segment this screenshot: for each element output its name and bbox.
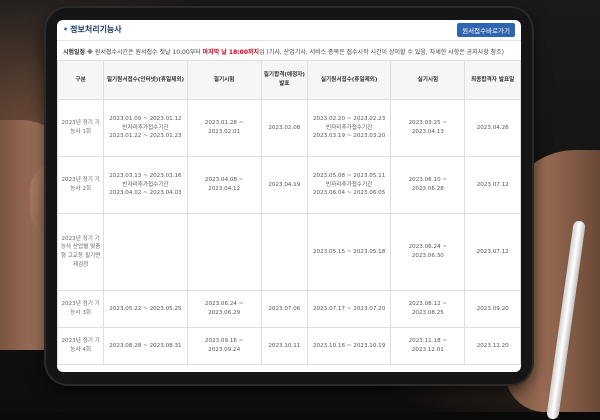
practical-exam-cell: 2023.11.18 ~ 2023.12.01 [390, 327, 466, 365]
written-pass-cell: 2023.07.06 [260, 290, 309, 328]
table-row: 2023년 정기 기능사 2회 2023.03.13 ~ 2023.03.16 … [57, 156, 521, 214]
row-kind: 2023년 정기 기능사 1회 [57, 99, 105, 157]
written-exam-cell: 2023.04.08 ~ 2023.04.12 [186, 156, 262, 214]
extra-registration-label: 빈자리추가접수기간 [122, 181, 169, 188]
written-pass-cell: 2023.02.08 [260, 99, 309, 157]
notice-lead: 시험일정 ※ [63, 49, 94, 56]
table-row: 2023년 정기 기능사 1회 2023.01.09 ~ 2023.01.12 … [57, 99, 521, 157]
table-row: 2023년 정기 기능사 3회 2023.05.22 ~ 2023.05.25 … [57, 290, 521, 328]
section-title: 정보처리기능사 [63, 24, 122, 35]
written-registration-cell: 2023.01.09 ~ 2023.01.12 빈자리추가접수기간 2023.0… [103, 99, 188, 157]
row-kind: 2023년 정기 기능사 3회 [57, 290, 105, 328]
tablet-device: 정보처리기능사 원서접수바로가기 시험일정 ※ 원서접수시간은 원서접수 첫날 … [46, 8, 532, 384]
final-pass-cell: 2023.12.20 [464, 327, 521, 365]
written-registration-cell [103, 213, 188, 291]
extra-registration-label: 빈자리추가접수기간 [122, 124, 169, 131]
practical-registration-period: 2023.05.15 ~ 2023.05.18 [313, 248, 386, 255]
table-row: 2023년 정기 기능사 4회 2023.08.28 ~ 2023.08.31 … [57, 327, 521, 365]
practical-registration-period: 2023.10.16 ~ 2023.10.19 [313, 342, 386, 349]
header-written-exam: 필기시험 [186, 60, 262, 100]
final-pass-cell: 2023.04.26 [464, 99, 521, 157]
practical-exam-cell: 2023.06.24 ~ 2023.06.30 [390, 213, 466, 291]
written-registration-period: 2023.01.09 ~ 2023.01.12 [109, 116, 182, 123]
practical-exam-cell: 2023.06.10 ~ 2023.06.28 [390, 156, 466, 214]
extra-registration-period: 2023.01.22 ~ 2023.01.23 [109, 133, 182, 140]
final-pass-cell: 2023.07.12 [464, 156, 521, 214]
header-practical-registration: 실기원서접수(휴일제외) [306, 60, 392, 100]
header-written-registration: 필기원서접수(인터넷)(휴일제외) [103, 60, 188, 100]
header-kind: 구분 [57, 60, 105, 100]
apply-button[interactable]: 원서접수바로가기 [457, 23, 515, 37]
extra-registration-label: 빈자리추가접수기간 [326, 124, 373, 131]
written-registration-period: 2023.03.13 ~ 2023.03.16 [109, 173, 182, 180]
notice-text-before: 원서접수시간은 원서접수 첫날 10:00부터 [93, 49, 203, 56]
written-pass-cell [260, 213, 309, 291]
written-exam-cell: 2023.06.24 ~ 2023.06.29 [186, 290, 262, 328]
extra-registration-period: 2023.03.19 ~ 2023.03.20 [313, 133, 386, 140]
row-kind: 2023년 정기 기능사 산업별 맞춤형 고교등 필기면제검정 [57, 213, 105, 291]
practical-registration-period: 2023.02.20 ~ 2023.02.23 [313, 116, 386, 123]
practical-exam-cell: 2023.03.25 ~ 2023.04.13 [390, 99, 466, 157]
practical-registration-period: 2023.05.08 ~ 2023.05.11 [313, 173, 386, 180]
practical-registration-cell: 2023.10.16 ~ 2023.10.19 [306, 327, 392, 365]
written-registration-cell: 2023.05.22 ~ 2023.05.25 [103, 290, 188, 328]
row-kind: 2023년 정기 기능사 4회 [57, 327, 105, 365]
written-exam-cell [186, 213, 262, 291]
row-kind: 2023년 정기 기능사 2회 [57, 156, 105, 214]
practical-registration-cell: 2023.02.20 ~ 2023.02.23 빈자리추가접수기간 2023.0… [306, 99, 392, 157]
written-registration-period: 2023.05.22 ~ 2023.05.25 [109, 305, 182, 312]
header-practical-exam: 실기시험 [390, 60, 466, 100]
schedule-table: 구분 필기원서접수(인터넷)(휴일제외) 필기시험 필기합격(예정자)발표 실기… [57, 60, 521, 365]
final-pass-cell: 2023.07.12 [464, 213, 521, 291]
practical-registration-cell: 2023.05.15 ~ 2023.05.18 [306, 213, 392, 291]
written-pass-cell: 2023.10.11 [260, 327, 309, 365]
schedule-notice: 시험일정 ※ 원서접수시간은 원서접수 첫날 10:00부터 마지막 날 18:… [57, 41, 521, 60]
written-exam-cell: 2023.09.16 ~ 2023.09.24 [186, 327, 262, 365]
section-header: 정보처리기능사 원서접수바로가기 [57, 20, 521, 41]
notice-deadline: 마지막 날 18:00까지 [202, 49, 260, 56]
header-written-pass: 필기합격(예정자)발표 [260, 60, 309, 100]
written-registration-cell: 2023.08.28 ~ 2023.08.31 [103, 327, 188, 365]
practical-registration-period: 2023.07.17 ~ 2023.07.20 [313, 305, 386, 312]
header-final-pass: 최종합격자 발표일 [464, 60, 521, 100]
final-pass-cell: 2023.09.20 [464, 290, 521, 328]
extra-registration-period: 2023.06.04 ~ 2023.06.05 [313, 190, 386, 197]
extra-registration-label: 빈자리추가접수기간 [326, 181, 373, 188]
written-pass-cell: 2023.04.19 [260, 156, 309, 214]
table-header-row: 구분 필기원서접수(인터넷)(휴일제외) 필기시험 필기합격(예정자)발표 실기… [57, 60, 521, 100]
practical-exam-cell: 2023.08.12 ~ 2023.08.25 [390, 290, 466, 328]
tablet-screen: 정보처리기능사 원서접수바로가기 시험일정 ※ 원서접수시간은 원서접수 첫날 … [57, 20, 521, 372]
practical-registration-cell: 2023.05.08 ~ 2023.05.11 빈자리추가접수기간 2023.0… [306, 156, 392, 214]
practical-registration-cell: 2023.07.17 ~ 2023.07.20 [306, 290, 392, 328]
table-row: 2023년 정기 기능사 산업별 맞춤형 고교등 필기면제검정 2023.05.… [57, 213, 521, 291]
written-exam-cell: 2023.01.28 ~ 2023.02.01 [186, 99, 262, 157]
notice-text-after: 임 (기사, 산업기사, 서비스 종목은 접수시작 시간이 상이할 수 있음, … [259, 49, 505, 56]
written-registration-cell: 2023.03.13 ~ 2023.03.16 빈자리추가접수기간 2023.0… [103, 156, 188, 214]
written-registration-period: 2023.08.28 ~ 2023.08.31 [109, 342, 182, 349]
extra-registration-period: 2023.04.02 ~ 2023.04.03 [109, 190, 182, 197]
